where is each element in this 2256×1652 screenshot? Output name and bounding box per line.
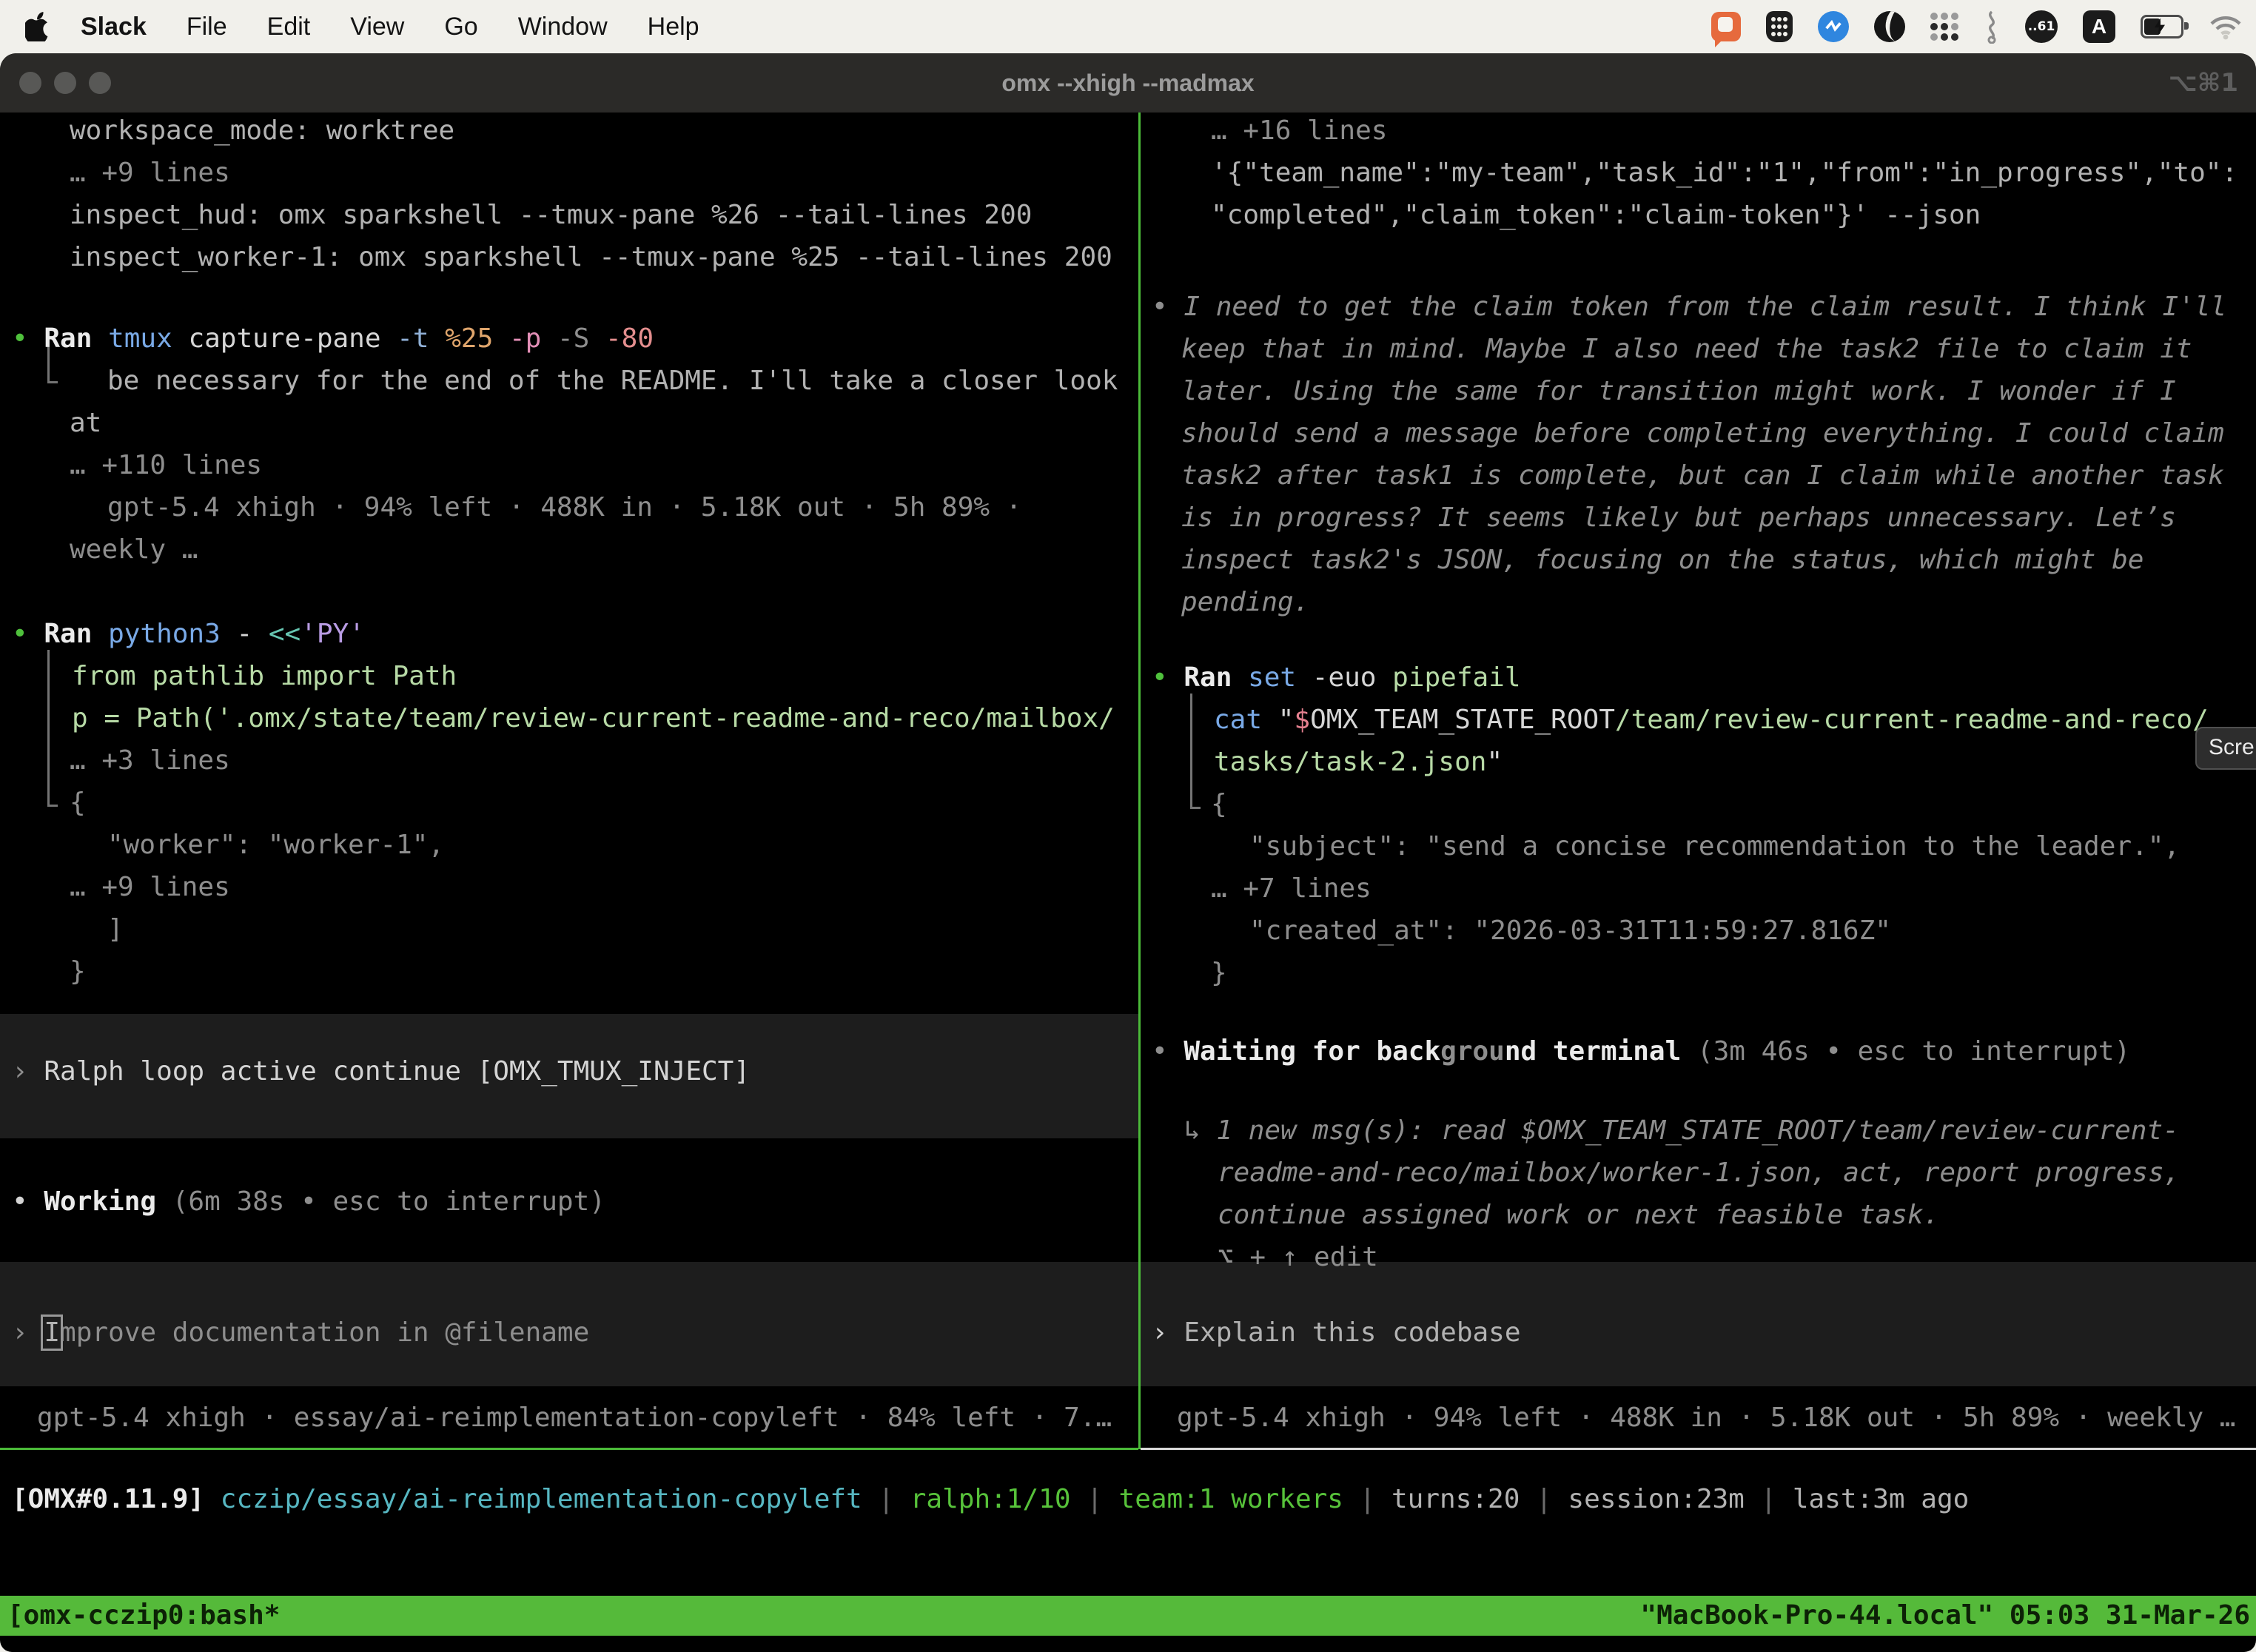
wifi-icon[interactable] bbox=[2209, 13, 2243, 40]
zoom-window-button[interactable] bbox=[89, 72, 111, 94]
dots-grid-icon[interactable] bbox=[1930, 13, 1958, 41]
menu-bar: SlackFileEditViewGoWindowHelp ..61 A bbox=[0, 0, 2256, 53]
screen-tooltip: Scre bbox=[2195, 727, 2256, 770]
tmux-session-label: [omx-cczip0:bash* bbox=[7, 1596, 280, 1636]
spark-badge-icon[interactable] bbox=[1818, 11, 1849, 42]
close-window-button[interactable] bbox=[19, 72, 41, 94]
menu-item-window[interactable]: Window bbox=[498, 13, 628, 41]
menu-item-slack[interactable]: Slack bbox=[61, 13, 167, 41]
menu-item-file[interactable]: File bbox=[167, 13, 247, 41]
window-shortcut-hint: ⌥⌘1 bbox=[2169, 53, 2238, 113]
apple-menu-icon[interactable] bbox=[25, 12, 50, 41]
window-title: omx --xhigh --madmax bbox=[0, 53, 2256, 113]
chat-app-icon[interactable] bbox=[1711, 12, 1741, 41]
menu-status-icons: ..61 A bbox=[1711, 0, 2243, 53]
keypad-shield-icon[interactable] bbox=[1766, 11, 1793, 42]
menu-item-view[interactable]: View bbox=[330, 13, 424, 41]
terminal-window: omx --xhigh --madmax ⌥⌘1 bbox=[0, 53, 2256, 1652]
menu-items: SlackFileEditViewGoWindowHelp bbox=[61, 13, 719, 41]
squiggle-icon[interactable] bbox=[1984, 10, 2000, 44]
letter-a-badge-icon[interactable]: A bbox=[2083, 10, 2115, 43]
menu-item-help[interactable]: Help bbox=[628, 13, 719, 41]
menu-item-go[interactable]: Go bbox=[424, 13, 497, 41]
window-titlebar[interactable]: omx --xhigh --madmax ⌥⌘1 bbox=[0, 53, 2256, 113]
tmux-status-bar: [omx-cczip0:bash* "MacBook-Pro-44.local"… bbox=[0, 1596, 2256, 1636]
menu-item-edit[interactable]: Edit bbox=[247, 13, 331, 41]
crescent-app-icon[interactable] bbox=[1874, 11, 1905, 42]
minimize-window-button[interactable] bbox=[54, 72, 76, 94]
battery-icon[interactable] bbox=[2141, 15, 2183, 38]
tmux-host-and-clock: "MacBook-Pro-44.local" 05:03 31-Mar-26 bbox=[1640, 1596, 2250, 1636]
badge-61-icon[interactable]: ..61 bbox=[2025, 10, 2058, 43]
